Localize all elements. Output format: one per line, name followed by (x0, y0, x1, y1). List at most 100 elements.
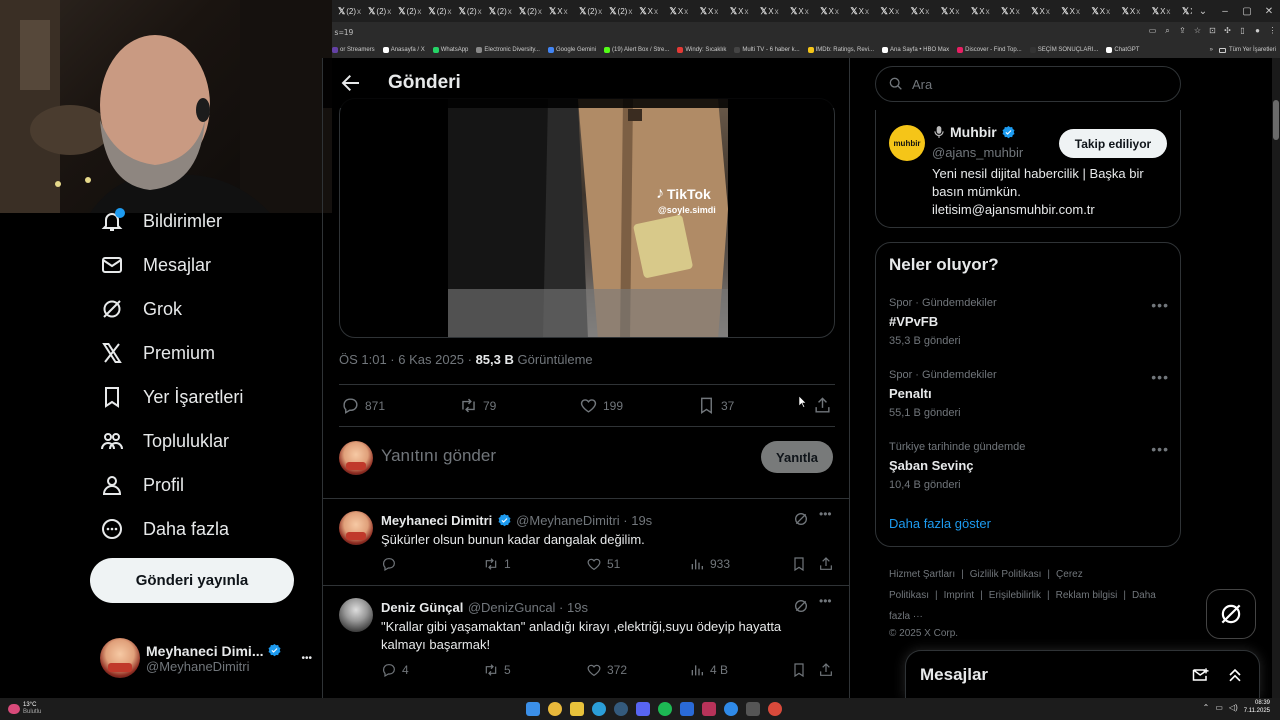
browser-tab[interactable]: 𝕏Xx (1025, 0, 1055, 22)
tab-close-icon[interactable]: x (508, 7, 512, 16)
reply-tweet[interactable]: Meyhaneci Dimitri @MeyhaneDimitri · 19s … (323, 499, 849, 585)
bookmark-action[interactable] (791, 662, 807, 678)
bookmark-item[interactable]: (19) Alert Box / Stre... (604, 47, 669, 53)
star-icon[interactable]: ☆ (1190, 26, 1205, 38)
browser-tab[interactable]: 𝕏Xx (694, 0, 724, 22)
repost-action[interactable]: 1 (483, 556, 511, 572)
app-icon[interactable] (702, 702, 716, 716)
app-icon[interactable] (724, 702, 738, 716)
back-arrow-icon[interactable] (338, 71, 362, 95)
reply-tweet[interactable]: Deniz Günçal @DenizGuncal · 19s ••• "Kra… (323, 586, 849, 698)
browser-tab[interactable]: 𝕏Xx (875, 0, 905, 22)
browser-tab[interactable]: 𝕏 (2) x (483, 0, 513, 22)
browser-tab[interactable]: 𝕏Xx (543, 0, 573, 22)
reply-action[interactable]: 4 (381, 662, 409, 678)
volume-icon[interactable]: ◁) (1229, 703, 1238, 712)
browser-tab[interactable]: 𝕏Xx (754, 0, 784, 22)
app-icon[interactable] (746, 702, 760, 716)
tab-close-icon[interactable]: x (775, 7, 779, 16)
bookmark-action[interactable]: 37 (697, 396, 734, 415)
footer-link[interactable]: Reklam bilgisi (1056, 590, 1118, 601)
tab-close-icon[interactable]: x (1046, 7, 1050, 16)
weather-widget[interactable]: 13°C Bulutlu (8, 702, 41, 716)
bookmark-item[interactable]: Ana Sayfa • HBO Max (882, 47, 949, 53)
file-explorer-icon[interactable] (570, 702, 584, 716)
reply-submit-button[interactable]: Yanıtla (761, 441, 833, 473)
tab-close-icon[interactable]: x (986, 7, 990, 16)
zoom-icon[interactable]: ⌕ (1160, 26, 1175, 38)
share-action[interactable] (818, 556, 834, 572)
bookmarks-more-button[interactable]: » (1210, 47, 1213, 53)
share-action[interactable] (813, 396, 832, 415)
footer-link[interactable]: Hizmet Şartları (889, 569, 955, 580)
spotify-icon[interactable] (658, 702, 672, 716)
browser-tab[interactable]: 𝕏Xx (784, 0, 814, 22)
like-action[interactable]: 51 (586, 556, 620, 572)
browser-tab[interactable]: 𝕏Xx (1146, 0, 1176, 22)
steam-icon[interactable] (614, 702, 628, 716)
browser-tab[interactable]: 𝕏Xx (724, 0, 754, 22)
bookmark-item[interactable]: WhatsApp (432, 47, 468, 53)
trend-more-icon[interactable]: ••• (1151, 297, 1169, 313)
all-bookmarks-button[interactable]: Tüm Yer İşaretleri (1218, 47, 1276, 53)
extensions-puzzle-icon[interactable]: ✣ (1220, 26, 1235, 38)
browser-tab[interactable]: 𝕏 (2) x (362, 0, 392, 22)
nav-item-topluluklar[interactable]: Topluluklar (100, 426, 229, 456)
new-message-icon[interactable] (1191, 665, 1211, 685)
browser-tab[interactable]: 𝕏 (2) x (573, 0, 603, 22)
nav-item-mesajlar[interactable]: Mesajlar (100, 250, 211, 280)
post-timestamp[interactable]: ÖS 1:01 · 6 Kas 2025 · (339, 352, 476, 367)
nav-item-grok[interactable]: Grok (100, 294, 182, 324)
maximize-icon[interactable]: ▢ (1236, 6, 1258, 17)
sidepanel-icon[interactable]: ▯ (1235, 26, 1250, 38)
network-icon[interactable]: ▭ (1215, 703, 1223, 712)
scrollbar-track[interactable] (1272, 58, 1280, 698)
post-button[interactable]: Gönderi yayınla (90, 558, 294, 603)
browser-tab[interactable]: 𝕏 (2) x (392, 0, 422, 22)
tab-close-icon[interactable]: x (357, 7, 361, 16)
share-icon[interactable]: ⇪ (1175, 26, 1190, 38)
tab-close-icon[interactable]: x (835, 7, 839, 16)
share-action[interactable] (818, 662, 834, 678)
tab-close-icon[interactable]: x (417, 7, 421, 16)
tab-close-icon[interactable]: x (478, 7, 482, 16)
browser-tab[interactable]: 𝕏Xx (664, 0, 694, 22)
reply-action[interactable]: 871 (341, 396, 385, 415)
avatar[interactable] (339, 598, 373, 632)
browser-tab[interactable]: 𝕏 (2) x (603, 0, 633, 22)
reply-action[interactable] (381, 556, 402, 572)
nav-item-yer-i̇şaretleri[interactable]: Yer İşaretleri (100, 382, 243, 412)
browser-menu-icon[interactable]: ⋮ (1265, 26, 1280, 38)
views-action[interactable]: 933 (689, 556, 730, 572)
browser-tab[interactable]: 𝕏 (2) x (422, 0, 452, 22)
tab-close-icon[interactable]: x (598, 7, 602, 16)
search-box[interactable]: Ara (875, 66, 1181, 102)
tab-close-icon[interactable]: x (895, 7, 899, 16)
reply-input[interactable]: Yanıtını gönder (381, 446, 496, 466)
tab-search-icon[interactable]: ⌄ (1192, 6, 1214, 17)
browser-tab[interactable]: 𝕏Xx (905, 0, 935, 22)
tab-close-icon[interactable]: x (865, 7, 869, 16)
tray-chevron-icon[interactable]: ⌃ (1203, 703, 1210, 712)
tab-close-icon[interactable]: x (714, 7, 718, 16)
tab-close-icon[interactable]: x (1076, 7, 1080, 16)
account-switcher[interactable]: Meyhaneci Dimi... @MeyhaneDimitri ••• (100, 636, 312, 680)
nav-item-daha-fazla[interactable]: Daha fazla (100, 514, 229, 544)
bookmark-item[interactable]: IMDb: Ratings, Revi... (807, 47, 874, 53)
footer-link[interactable]: Erişilebilirlik (989, 590, 1041, 601)
repost-action[interactable]: 79 (459, 396, 496, 415)
trend-item[interactable]: Spor · Gündemdekiler Penaltı 55,1 B gönder… (889, 369, 1169, 419)
grok-button[interactable] (1206, 589, 1256, 639)
tab-close-icon[interactable]: x (564, 7, 568, 16)
avatar[interactable] (339, 511, 373, 545)
bookmark-item[interactable]: Google Gemini (547, 47, 596, 53)
trend-more-icon[interactable]: ••• (1151, 441, 1169, 457)
bio-email[interactable]: iletisim@ajansmuhbir.com.tr (932, 201, 1144, 219)
tab-close-icon[interactable]: x (1106, 7, 1110, 16)
footer-link[interactable]: Imprint (944, 590, 975, 601)
messages-drawer[interactable]: Mesajlar (905, 650, 1260, 698)
following-button[interactable]: Takip ediliyor (1059, 129, 1167, 158)
browser-tab[interactable]: 𝕏Xx (1055, 0, 1085, 22)
tweet-more-icon[interactable]: ••• (819, 507, 832, 521)
url-text[interactable]: s=19 (332, 28, 1145, 37)
